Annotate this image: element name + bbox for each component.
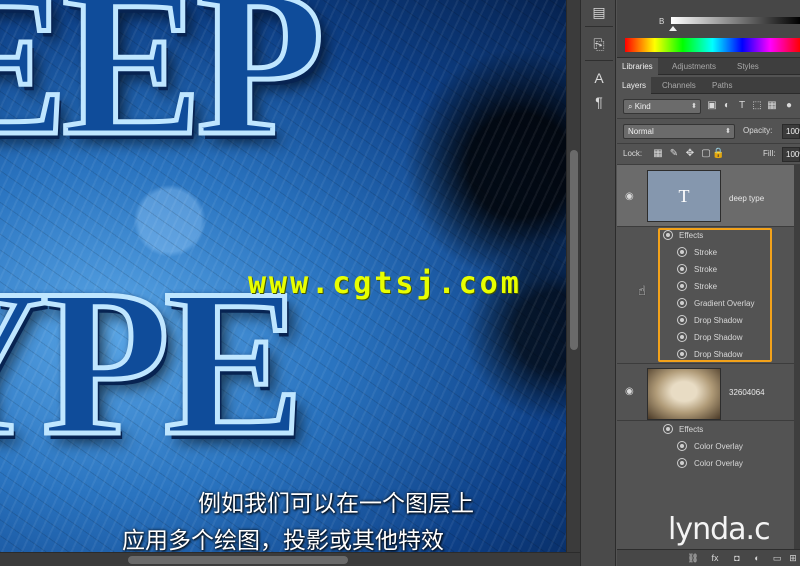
canvas-horizontal-scrollbar[interactable]: [0, 552, 580, 566]
subtitle-line-2: 应用多个绘图，投影或其他特效: [122, 528, 444, 552]
link-layers-icon[interactable]: ⛓: [687, 553, 699, 564]
tab-paths[interactable]: Paths: [707, 77, 737, 94]
new-group-icon[interactable]: ▭: [771, 553, 783, 564]
adjustment-filter-icon[interactable]: ◐: [721, 100, 733, 112]
effects-label: Effects: [679, 425, 704, 434]
layer-row-image[interactable]: ◉ 32604064: [617, 363, 800, 421]
eye-icon[interactable]: [677, 441, 687, 451]
search-icon: ⌕: [628, 102, 635, 111]
lock-paint-icon[interactable]: ✎: [668, 148, 680, 160]
lynda-logo: lynda.c: [668, 512, 771, 547]
tab-styles[interactable]: Styles: [732, 58, 764, 75]
type-filter-icon[interactable]: T: [736, 100, 748, 112]
opacity-label: Opacity:: [743, 126, 773, 135]
canvas-vertical-scrollbar[interactable]: [566, 0, 580, 552]
layer-name[interactable]: deep type: [729, 194, 764, 203]
lock-label: Lock:: [623, 149, 643, 158]
lock-position-icon[interactable]: ✥: [684, 148, 696, 160]
layers-scrollbar[interactable]: [794, 165, 800, 549]
artboard-icon[interactable]: ▢: [700, 148, 712, 160]
fill-field[interactable]: 100%: [782, 147, 800, 162]
layer-thumbnail: T: [647, 170, 721, 222]
blend-mode-dropdown[interactable]: Normal ⬍: [623, 124, 735, 139]
lock-transparent-icon[interactable]: ▦: [652, 148, 664, 160]
layer-name[interactable]: 32604064: [729, 388, 765, 397]
layers-tab-row: Layers Channels Paths: [617, 77, 800, 94]
character-icon[interactable]: A: [589, 68, 609, 88]
filter-kind-label: Kind: [634, 102, 651, 111]
mask-icon[interactable]: ◘: [731, 553, 743, 564]
layer-thumbnail: [647, 368, 721, 420]
tool-divider: [585, 26, 613, 27]
tab-adjustments[interactable]: Adjustments: [667, 58, 721, 75]
panel-tool-strip: ▤ ⎘ A ¶: [580, 0, 616, 566]
layer-row-deep-type[interactable]: ◉ T deep type: [617, 165, 800, 227]
eye-icon[interactable]: [663, 424, 673, 434]
opacity-field[interactable]: 100%: [782, 124, 800, 139]
canvas-vertical-scroll-thumb[interactable]: [570, 150, 578, 350]
chevron-down-icon: ⬍: [691, 103, 697, 110]
shape-filter-icon[interactable]: ⬚: [751, 100, 763, 112]
blend-mode-value: Normal: [628, 127, 654, 136]
effects-header[interactable]: Effects: [617, 421, 800, 438]
filter-kind-dropdown[interactable]: ⌕ Kind ⬍: [623, 99, 701, 114]
canvas-text-line-1: EEP: [0, 0, 327, 179]
history-icon[interactable]: ▤: [589, 2, 609, 22]
effects-highlight-box: [658, 228, 772, 362]
brush-preset-icon[interactable]: ⎘: [589, 34, 609, 54]
color-panel: B: [617, 0, 800, 58]
smart-object-filter-icon[interactable]: ▦: [766, 100, 778, 112]
new-layer-icon[interactable]: ⊞: [787, 553, 799, 564]
eye-icon[interactable]: ◉: [625, 386, 634, 397]
color-spectrum[interactable]: [625, 38, 800, 52]
color-slider-label: B: [659, 17, 665, 26]
lock-row: Lock: ▦ ✎ ✥ ▢ 🔒 Fill: 100%: [617, 144, 800, 165]
effect-item[interactable]: Color Overlay: [617, 438, 800, 455]
eye-icon[interactable]: [677, 458, 687, 468]
fx-button[interactable]: fx: [709, 553, 721, 564]
document-canvas[interactable]: EEP YPE www.cgtsj.com 例如我们可以在一个图层上 应用多个绘…: [0, 0, 566, 552]
brightness-slider-handle[interactable]: [669, 26, 677, 31]
pixel-filter-icon[interactable]: ▣: [706, 100, 718, 112]
effect-item[interactable]: Color Overlay: [617, 455, 800, 472]
adjustment-layer-icon[interactable]: ◐: [751, 553, 763, 564]
layer-filter-row: ⌕ Kind ⬍ ▣ ◐ T ⬚ ▦ ●: [617, 94, 800, 119]
tool-divider: [585, 60, 613, 61]
chevron-down-icon: ⬍: [725, 128, 731, 135]
top-tab-row: Libraries Adjustments Styles: [617, 58, 800, 75]
fill-label: Fill:: [763, 149, 776, 158]
eye-icon[interactable]: ◉: [625, 191, 634, 202]
lock-all-icon[interactable]: 🔒: [712, 148, 724, 160]
canvas-horizontal-scroll-thumb[interactable]: [128, 556, 348, 564]
tab-libraries[interactable]: Libraries: [617, 58, 658, 75]
tab-channels[interactable]: Channels: [657, 77, 701, 94]
brightness-slider[interactable]: [671, 17, 800, 24]
blend-row: Normal ⬍ Opacity: 100%: [617, 119, 800, 144]
effect-label: Color Overlay: [694, 459, 743, 468]
paragraph-icon[interactable]: ¶: [589, 92, 609, 112]
tab-layers[interactable]: Layers: [617, 77, 652, 94]
subtitle-line-1: 例如我们可以在一个图层上: [198, 491, 474, 517]
effect-label: Color Overlay: [694, 442, 743, 451]
filter-toggle-icon[interactable]: ●: [783, 100, 795, 112]
mouse-cursor-icon: ☝: [638, 283, 646, 298]
layers-bottom-bar: ⛓ fx ◘ ◐ ▭ ⊞: [617, 549, 800, 566]
watermark-text: www.cgtsj.com: [248, 266, 522, 301]
